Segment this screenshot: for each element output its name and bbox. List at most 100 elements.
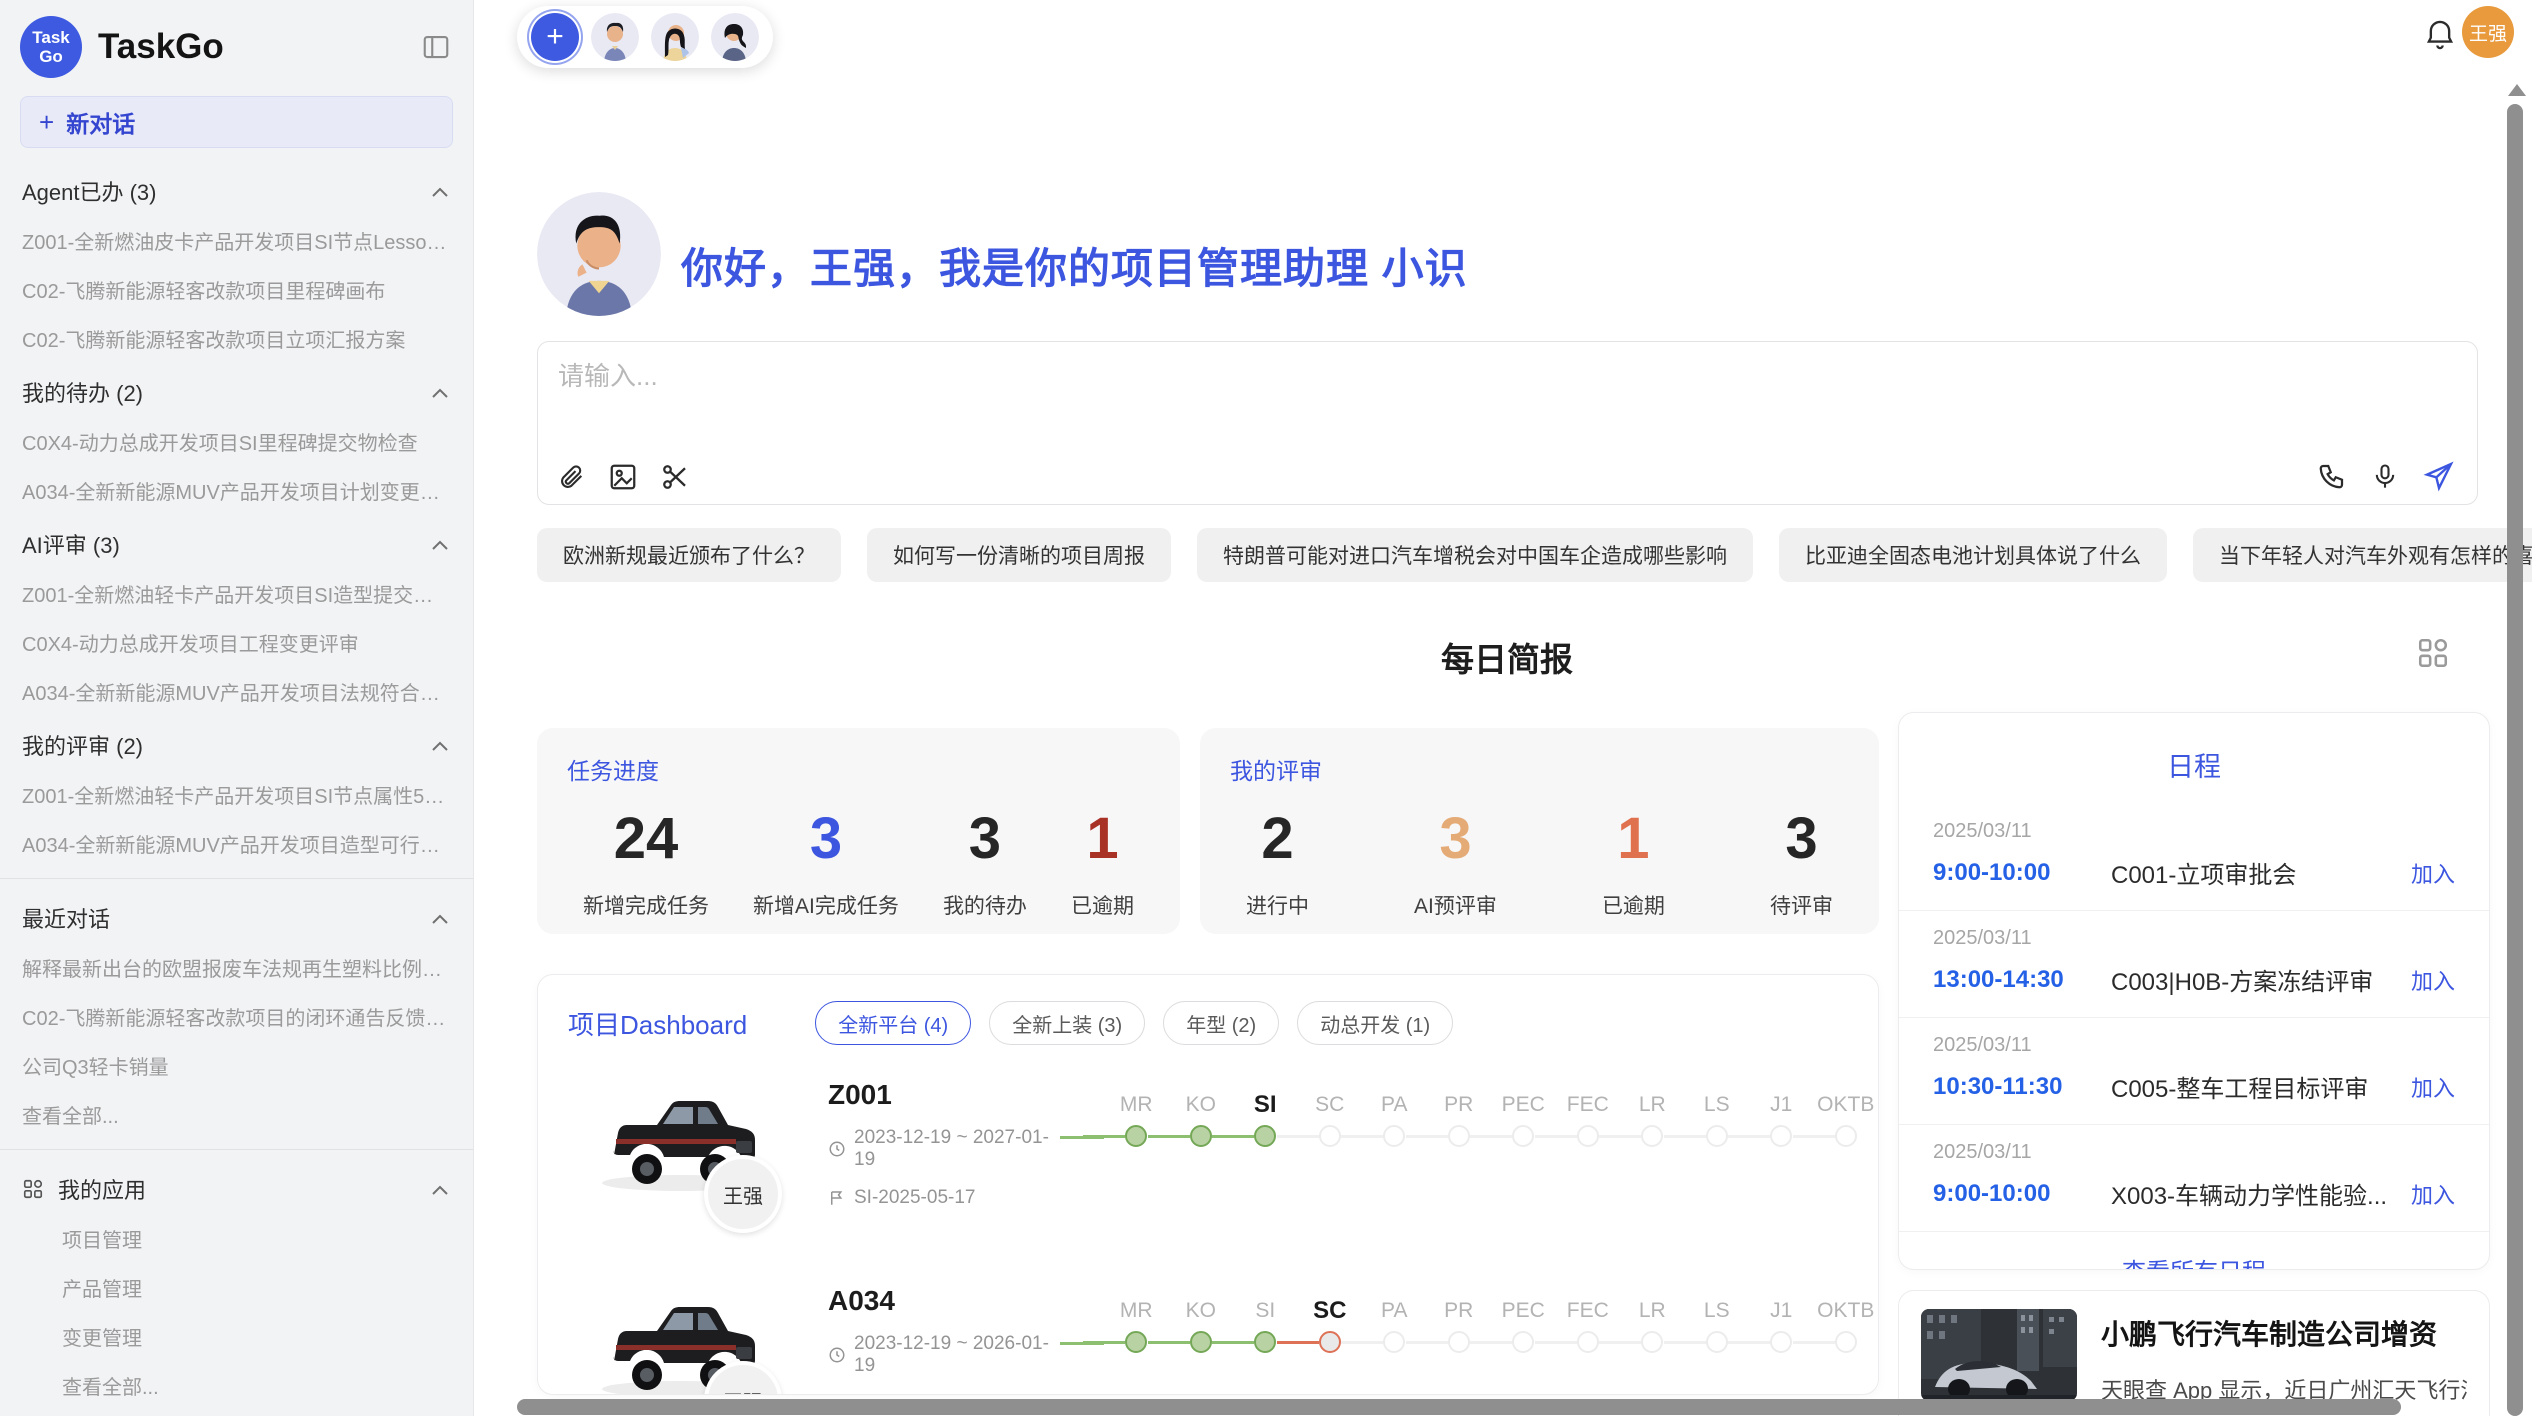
suggestion-chip[interactable]: 当下年轻人对汽车外观有怎样的喜好趋势 bbox=[2193, 528, 2532, 582]
microphone-icon[interactable] bbox=[2371, 461, 2399, 491]
project-dates: 2023-12-19 ~ 2027-01-19 bbox=[854, 1127, 1060, 1171]
sidebar-item[interactable]: 解释最新出台的欧盟报废车法规再生塑料比例被调至15%... bbox=[0, 943, 473, 992]
sidebar-app-item[interactable]: 项目管理 bbox=[0, 1214, 473, 1263]
milestone-line bbox=[1212, 1341, 1254, 1344]
user-avatar[interactable]: 王强 bbox=[2462, 6, 2514, 58]
event-join-link[interactable]: 加入 bbox=[2411, 1178, 2455, 1210]
milestone-dot bbox=[1512, 1125, 1534, 1147]
project-name: Z001 bbox=[828, 1079, 1060, 1111]
stat-label: 新增完成任务 bbox=[583, 890, 709, 920]
apps-grid-icon bbox=[22, 1178, 44, 1200]
sidebar-item[interactable]: Z001-全新燃油皮卡产品开发项目SI节点Lesson Learn报告 bbox=[0, 216, 473, 265]
event-join-link[interactable]: 加入 bbox=[2411, 964, 2455, 996]
milestone-label: PEC bbox=[1491, 1091, 1556, 1119]
sidebar-group-agent-done[interactable]: Agent已办 (3) bbox=[0, 162, 473, 216]
assistant-avatar-1[interactable] bbox=[591, 13, 639, 61]
stat-value: 1 bbox=[1071, 804, 1134, 874]
clock-icon bbox=[828, 1346, 846, 1364]
milestone-track: MR KO SI SC PA PR PEC FEC LR LS J1 bbox=[1060, 1091, 1878, 1155]
sidebar-item[interactable]: 查看全部... bbox=[0, 1090, 473, 1139]
dashboard-filter-tab[interactable]: 全新上装 (3) bbox=[989, 1001, 1145, 1045]
phone-call-icon[interactable] bbox=[2317, 461, 2347, 491]
event-join-link[interactable]: 加入 bbox=[2411, 1071, 2455, 1103]
sidebar-item[interactable]: A034-全新新能源MUV产品开发项目法规符合性评审 bbox=[0, 667, 473, 716]
project-row[interactable]: 王强 Z001 2023-12-19 ~ 2027-01-19 SI-2025-… bbox=[538, 1065, 1878, 1243]
milestone-label: FEC bbox=[1556, 1297, 1621, 1325]
assistant-avatar-2[interactable] bbox=[651, 13, 699, 61]
milestone-line bbox=[1470, 1341, 1512, 1344]
milestone-dot bbox=[1448, 1125, 1470, 1147]
milestone-step: LR bbox=[1620, 1297, 1685, 1361]
assistant-avatar-3[interactable] bbox=[711, 13, 759, 61]
horizontal-scrollbar[interactable] bbox=[517, 1399, 2401, 1415]
sidebar-item[interactable]: 公司Q3轻卡销量 bbox=[0, 1041, 473, 1090]
dashboard-filter-tab[interactable]: 动总开发 (1) bbox=[1297, 1001, 1453, 1045]
milestone-line bbox=[1148, 1135, 1190, 1138]
clock-icon bbox=[828, 1140, 846, 1158]
add-assistant-button[interactable]: + bbox=[531, 13, 579, 61]
milestone-dot bbox=[1125, 1125, 1147, 1147]
sidebar-item[interactable]: A034-全新新能源MUV产品开发项目计划变更表编写 bbox=[0, 466, 473, 515]
sidebar-group-my-todo[interactable]: 我的待办 (2) bbox=[0, 363, 473, 417]
milestone-line bbox=[1083, 1341, 1125, 1344]
suggestion-chip[interactable]: 比亚迪全固态电池计划具体说了什么 bbox=[1779, 528, 2167, 582]
sidebar-group-my-apps[interactable]: 我的应用 bbox=[0, 1160, 473, 1214]
suggestion-chip[interactable]: 特朗普可能对进口汽车增税会对中国车企造成哪些影响 bbox=[1197, 528, 1753, 582]
scrollbar-up-arrow[interactable] bbox=[2508, 84, 2526, 96]
milestone-step: OKTB bbox=[1814, 1297, 1879, 1361]
sidebar-group-recent-chats[interactable]: 最近对话 bbox=[0, 889, 473, 943]
sidebar-item[interactable]: Z001-全新燃油轻卡产品开发项目SI节点属性5D文件评审 bbox=[0, 770, 473, 819]
milestone-step: SC bbox=[1298, 1091, 1363, 1155]
sidebar-item[interactable]: C02-飞腾新能源轻客改款项目里程碑画布 bbox=[0, 265, 473, 314]
stat: 3 新增AI完成任务 bbox=[753, 804, 899, 920]
milestone-dot bbox=[1641, 1331, 1663, 1353]
event-name: C003|H0B-方案冻结评审 bbox=[2111, 962, 2411, 997]
new-chat-button[interactable]: + 新对话 bbox=[20, 96, 453, 148]
suggestion-chip[interactable]: 欧洲新规最近颁布了什么？ bbox=[537, 528, 841, 582]
sidebar: Task Go TaskGo + 新对话 Agent已办 (3) Z001-全新… bbox=[0, 0, 474, 1416]
sidebar-item[interactable]: C02-飞腾新能源轻客改款项目立项汇报方案 bbox=[0, 314, 473, 363]
scissors-icon[interactable] bbox=[660, 462, 690, 492]
stat-label: 已逾期 bbox=[1602, 890, 1665, 920]
milestone-step: SI bbox=[1233, 1091, 1298, 1155]
chat-input[interactable] bbox=[558, 356, 2438, 452]
attach-icon[interactable] bbox=[558, 462, 586, 492]
milestone-line bbox=[1599, 1135, 1641, 1138]
sidebar-item[interactable]: C02-飞腾新能源轻客改款项目的闭环通告反馈情况 bbox=[0, 992, 473, 1041]
milestone-label: J1 bbox=[1749, 1297, 1814, 1325]
sidebar-header: Task Go TaskGo bbox=[0, 0, 473, 90]
view-all-schedule-link[interactable]: 查看所有日程 bbox=[1899, 1232, 2489, 1270]
dashboard-filter-tab[interactable]: 年型 (2) bbox=[1163, 1001, 1279, 1045]
sidebar-app-item[interactable]: 产品管理 bbox=[0, 1263, 473, 1312]
stat-value: 1 bbox=[1602, 804, 1665, 874]
milestone-step: PR bbox=[1427, 1091, 1492, 1155]
milestone-step: SI bbox=[1233, 1297, 1298, 1361]
milestone-dot bbox=[1190, 1331, 1212, 1353]
send-icon[interactable] bbox=[2423, 460, 2455, 492]
sidebar-item[interactable]: Z001-全新燃油轻卡产品开发项目SI造型提交物评审 bbox=[0, 569, 473, 618]
daily-briefing-title: 每日简报 bbox=[537, 633, 2477, 681]
sidebar-item[interactable]: C0X4-动力总成开发项目SI里程碑提交物检查 bbox=[0, 417, 473, 466]
sidebar-item[interactable]: A034-全新新能源MUV产品开发项目造型可行性评审 bbox=[0, 819, 473, 868]
layout-grid-icon[interactable] bbox=[2416, 636, 2450, 673]
milestone-line bbox=[1793, 1341, 1835, 1344]
sidebar-item-cloud-space[interactable]: 我的云空间 bbox=[0, 1410, 473, 1416]
sidebar-group-ai-review[interactable]: AI评审 (3) bbox=[0, 515, 473, 569]
sidebar-item[interactable]: C0X4-动力总成开发项目工程变更评审 bbox=[0, 618, 473, 667]
milestone-step: PEC bbox=[1491, 1297, 1556, 1361]
sidebar-app-item[interactable]: 变更管理 bbox=[0, 1312, 473, 1361]
sidebar-group-my-review[interactable]: 我的评审 (2) bbox=[0, 716, 473, 770]
sidebar-app-item[interactable]: 查看全部... bbox=[0, 1361, 473, 1410]
notifications-bell-icon[interactable] bbox=[2424, 18, 2456, 55]
dashboard-filter-tab[interactable]: 全新平台 (4) bbox=[815, 1001, 971, 1045]
project-row[interactable]: 王强 A034 2023-12-19 ~ 2026-01-19 SC-2025-… bbox=[538, 1271, 1878, 1395]
suggestion-chip[interactable]: 如何写一份清晰的项目周报 bbox=[867, 528, 1171, 582]
event-join-link[interactable]: 加入 bbox=[2411, 857, 2455, 889]
milestone-step: KO bbox=[1169, 1297, 1234, 1361]
sidebar-collapse-icon[interactable] bbox=[421, 32, 451, 62]
news-card[interactable]: 小鹏飞行汽车制造公司增资 天眼查 App 显示，近日广州汇天飞行汽... bbox=[1898, 1290, 2490, 1416]
image-icon[interactable] bbox=[608, 462, 638, 492]
vertical-scrollbar[interactable] bbox=[2507, 104, 2523, 1416]
milestone-label: SI bbox=[1233, 1297, 1298, 1325]
flag-icon bbox=[828, 1189, 846, 1207]
